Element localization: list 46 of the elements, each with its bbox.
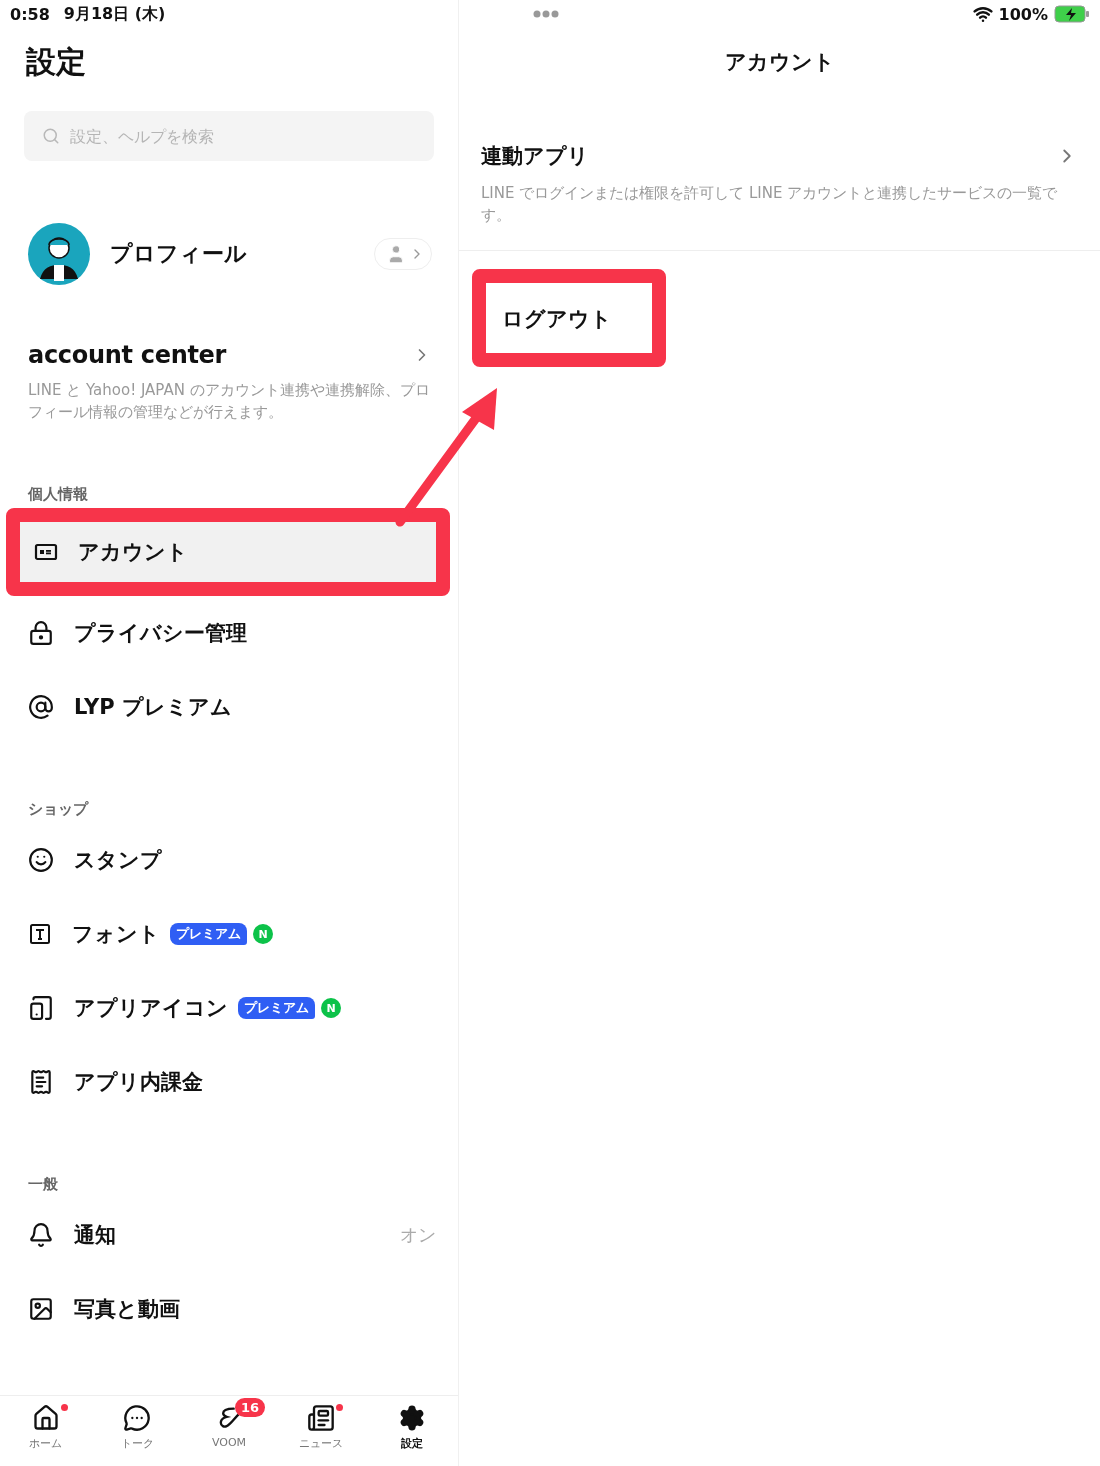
profile-name[interactable]: プロフィール: [110, 239, 354, 269]
highlight-frame: ログアウト: [472, 269, 666, 367]
settings-item[interactable]: 写真と動画: [0, 1272, 458, 1346]
battery-icon: [1054, 5, 1090, 23]
tab-icon: [123, 1404, 152, 1432]
item-icon: [28, 694, 54, 720]
detail-title: アカウント: [723, 49, 836, 76]
section-heading: 一般: [28, 1174, 59, 1195]
count-badge: 16: [235, 1398, 266, 1417]
account-center-description: LINE と Yahoo! JAPAN のアカウント連携や連携解除、プロフィール情報の管理などが行えます。: [28, 380, 431, 423]
premium-badge: プレミアム: [238, 997, 315, 1019]
more-dots-icon: [533, 10, 559, 18]
settings-item[interactable]: アプリアイコン プレミアム N: [0, 971, 458, 1045]
section-heading: 個人情報: [28, 484, 89, 505]
settings-item[interactable]: アプリ内課金: [0, 1045, 458, 1119]
profile-switch-button[interactable]: [374, 238, 432, 270]
section-heading: ショップ: [28, 799, 90, 820]
item-icon: [28, 847, 54, 873]
search-icon: [42, 127, 60, 145]
page-title: 設定: [26, 43, 87, 81]
battery-percent: 100%: [998, 4, 1048, 24]
settings-item[interactable]: スタンプ: [0, 823, 458, 897]
item-icon: [28, 995, 54, 1021]
item-icon: [28, 1296, 54, 1322]
settings-item[interactable]: 通知 オン: [0, 1198, 458, 1272]
new-badge: N: [321, 998, 341, 1018]
logout-item[interactable]: ログアウト: [459, 251, 1100, 391]
account-center-title[interactable]: account center: [28, 341, 227, 369]
status-time: 0:58: [10, 4, 50, 24]
settings-item[interactable]: LYP プレミアム: [0, 670, 458, 744]
tab-icon: [31, 1404, 60, 1432]
item-icon: [28, 1222, 54, 1248]
tab-icon: [306, 1404, 335, 1432]
settings-item[interactable]: アカウント: [20, 522, 436, 582]
wifi-icon: [972, 4, 993, 24]
new-badge: N: [253, 924, 273, 944]
settings-item[interactable]: フォント プレミアム N: [0, 897, 458, 971]
item-icon: [28, 620, 54, 646]
item-icon: [28, 922, 52, 946]
item-icon: [28, 1069, 54, 1095]
settings-item[interactable]: 連動アプリ LINE でログインまたは権限を許可して LINE アカウントと連携したサービスの一覧です。: [459, 124, 1100, 251]
premium-badge: プレミアム: [170, 923, 247, 945]
settings-item[interactable]: プライバシー管理: [0, 596, 458, 670]
search-field[interactable]: 設定、ヘルプを検索: [24, 111, 434, 161]
avatar: [28, 223, 90, 285]
status-date: 9月18日 (木): [63, 3, 166, 25]
